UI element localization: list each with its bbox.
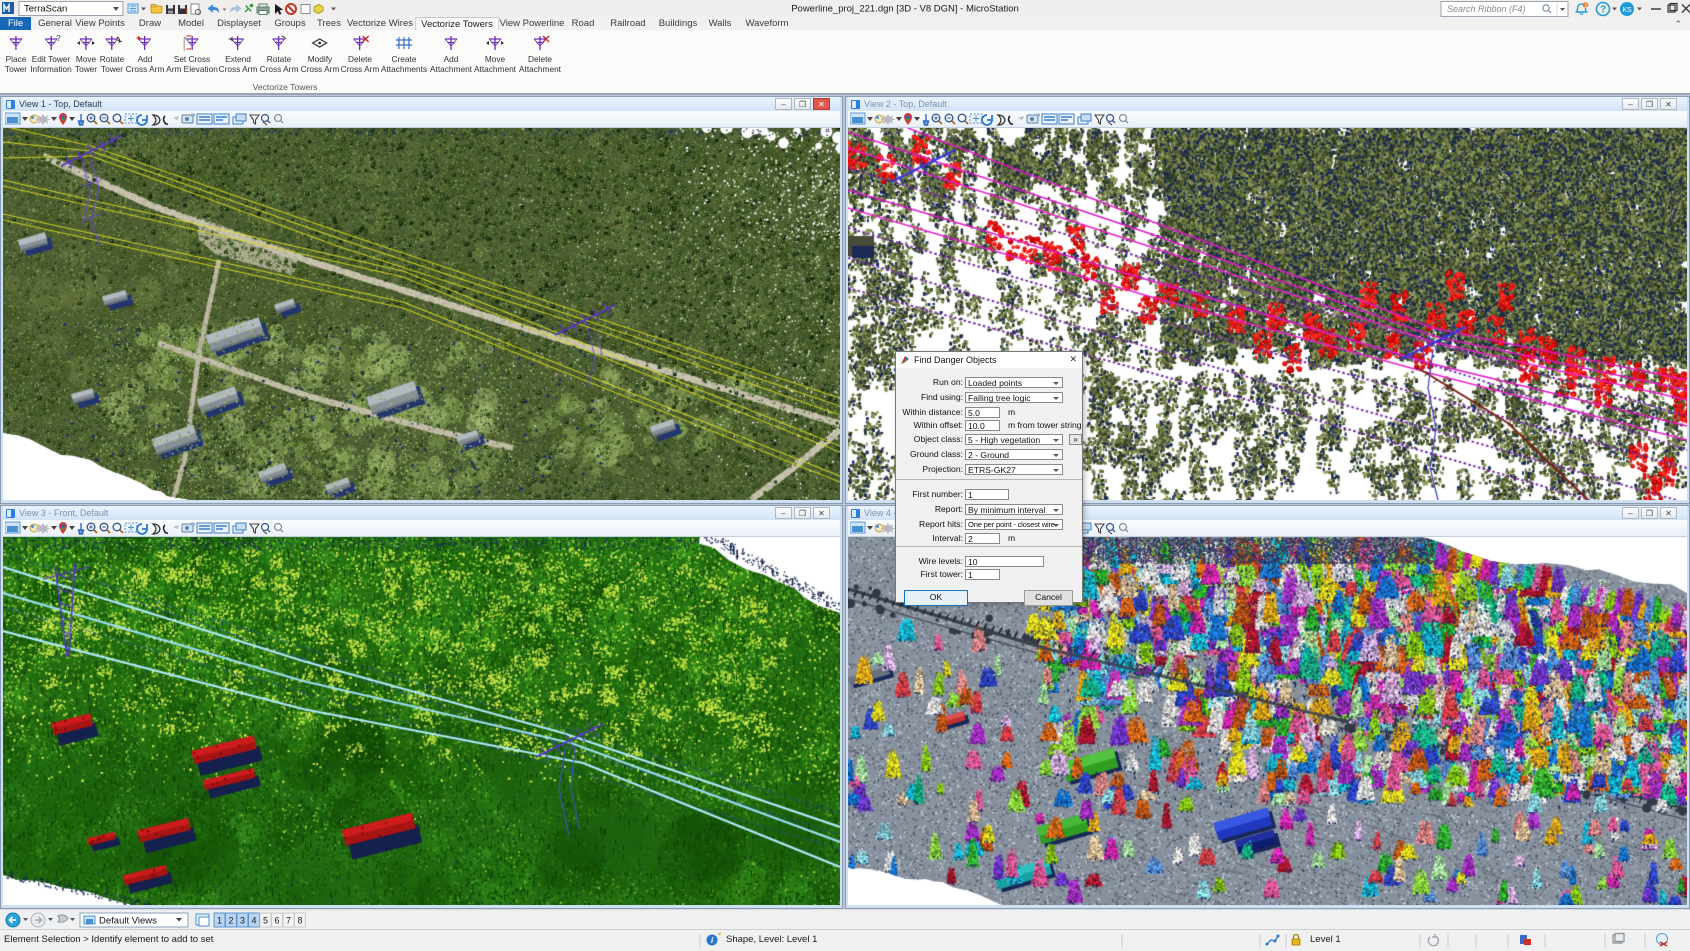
- svg-text:8: 8: [297, 916, 302, 926]
- svg-text:4: 4: [251, 916, 256, 926]
- svg-text:6: 6: [274, 916, 279, 926]
- svg-text:KS: KS: [1622, 7, 1632, 14]
- svg-text:?: ?: [1600, 5, 1606, 16]
- svg-text:2: 2: [1584, 3, 1587, 9]
- svg-text:7: 7: [286, 916, 291, 926]
- svg-text:Powerline_proj_221.dgn [3D - V: Powerline_proj_221.dgn [3D - V8 DGN] - M…: [791, 4, 1019, 15]
- svg-text:2: 2: [228, 916, 233, 926]
- svg-text:Search Ribbon (F4): Search Ribbon (F4): [1447, 4, 1526, 14]
- svg-text:1: 1: [217, 916, 222, 926]
- svg-text:Default Views: Default Views: [99, 916, 157, 927]
- svg-text:3: 3: [240, 916, 245, 926]
- svg-text:?: ?: [56, 34, 61, 43]
- svg-text:5: 5: [263, 916, 268, 926]
- svg-text:!: !: [186, 7, 189, 16]
- svg-text:TerraScan: TerraScan: [24, 4, 67, 15]
